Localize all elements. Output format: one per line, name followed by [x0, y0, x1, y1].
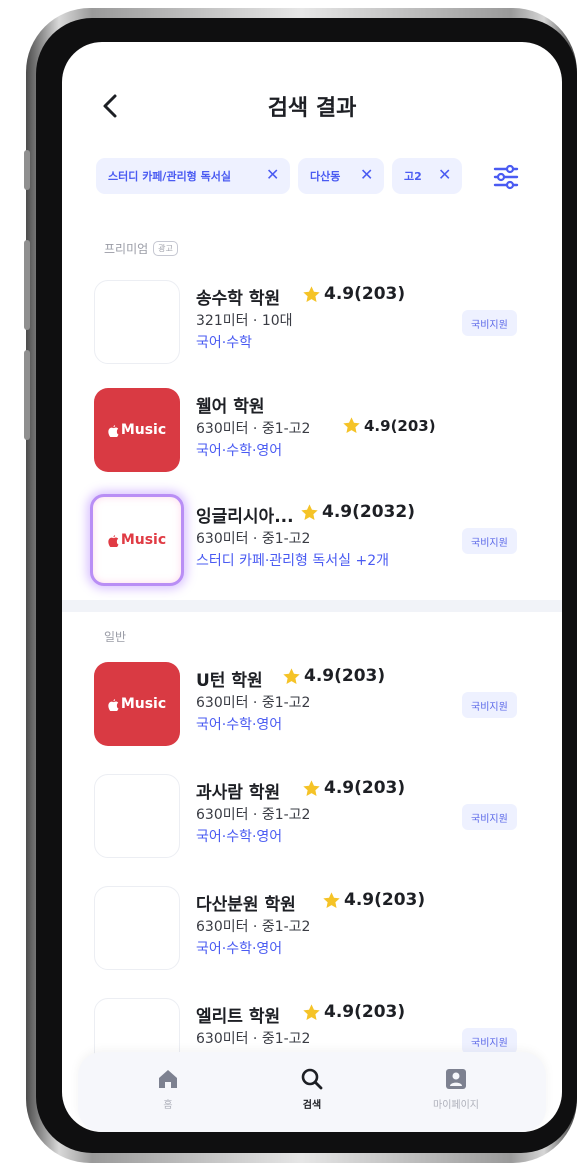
academy-name: 과사람 학원: [196, 783, 281, 803]
rating: 4.9(2032): [300, 502, 415, 522]
nav-item-home[interactable]: 홈: [118, 1066, 218, 1122]
filter-chip-category[interactable]: 스터디 카페/관리형 독서실 ✕: [96, 158, 290, 194]
government-support-badge: 국비지원: [462, 528, 517, 554]
academy-subjects: 국어·수학: [196, 335, 252, 351]
academy-name: 다산분원 학원: [196, 895, 296, 915]
search-icon: [301, 1068, 323, 1090]
rating-value: 4.9(203): [324, 778, 406, 798]
sliders-icon[interactable]: [492, 164, 520, 190]
rating-value: 4.9(203): [324, 284, 406, 304]
academy-meta: 630미터 · 중1-고2: [196, 421, 311, 437]
music-logo: Music: [108, 422, 166, 438]
filter-chip-label: 스터디 카페/관리형 독서실: [108, 170, 231, 183]
academy-list-item[interactable]: Music U턴 학원 4.9(203) 630미터 · 중1-고2 국어·수학…: [62, 656, 562, 752]
rating: 4.9(203): [322, 890, 425, 910]
close-icon[interactable]: ✕: [438, 167, 452, 183]
academy-name: U턴 학원: [196, 671, 263, 691]
government-support-badge: 국비지원: [462, 1028, 517, 1054]
academy-subjects: 스터디 카페·관리형 독서실 +2개: [196, 553, 389, 569]
filter-chip-grade[interactable]: 고2 ✕: [392, 158, 462, 194]
nav-label: 검색: [302, 1100, 322, 1111]
academy-list-item[interactable]: 과사람 학원 4.9(203) 630미터 · 중1-고2 국어·수학·영어 국…: [62, 768, 562, 864]
premium-section-label: 프리미엄 광고: [104, 240, 178, 257]
star-icon: [303, 1003, 320, 1020]
academy-name: 송수학 학원: [196, 289, 281, 309]
academy-name: 엘리트 학원: [196, 1007, 281, 1027]
music-logo: Music: [108, 696, 166, 712]
academy-thumbnail: Music: [94, 388, 180, 472]
filter-chip-location[interactable]: 다산동 ✕: [298, 158, 384, 194]
rating: 4.9(203): [342, 416, 436, 435]
rating-value: 4.9(203): [344, 890, 426, 910]
close-icon[interactable]: ✕: [266, 167, 280, 183]
government-support-badge: 국비지원: [462, 804, 517, 830]
star-icon: [323, 891, 340, 908]
rating: 4.9(203): [302, 284, 405, 304]
section-divider: [62, 600, 562, 612]
academy-thumbnail: [94, 886, 180, 970]
academy-meta: 630미터 · 중1-고2: [196, 531, 311, 547]
star-icon: [303, 285, 320, 302]
close-icon[interactable]: ✕: [360, 167, 374, 183]
academy-meta: 321미터 · 10대: [196, 313, 293, 329]
rating-value: 4.9(203): [364, 416, 436, 435]
rating: 4.9(203): [302, 778, 405, 798]
academy-subjects: 국어·수학·영어: [196, 941, 283, 957]
rating-value: 4.9(203): [324, 1002, 406, 1022]
nav-label: 홈: [163, 1100, 173, 1111]
bottom-navigation: 홈 검색 마이페이지: [78, 1052, 546, 1132]
academy-thumbnail: [94, 280, 180, 364]
filter-chip-label: 고2: [404, 170, 422, 183]
phone-volume-up-button: [24, 240, 30, 330]
academy-subjects: 국어·수학·영어: [196, 443, 283, 459]
rating: 4.9(203): [302, 1002, 405, 1022]
phone-side-button: [24, 150, 30, 190]
music-logo-text: Music: [120, 532, 167, 548]
nav-item-mypage[interactable]: 마이페이지: [406, 1066, 506, 1122]
star-icon: [301, 503, 318, 520]
academy-list-item[interactable]: 송수학 학원 4.9(203) 321미터 · 10대 국어·수학 국비지원: [62, 274, 562, 370]
academy-meta: 630미터 · 중1-고2: [196, 919, 311, 935]
rating-value: 4.9(2032): [322, 502, 415, 522]
academy-thumbnail: Music: [94, 662, 180, 746]
academy-name: 웰어 학원: [196, 397, 265, 417]
nav-item-search[interactable]: 검색: [262, 1066, 362, 1122]
academy-thumbnail: [94, 774, 180, 858]
profile-icon: [446, 1069, 466, 1089]
rating-value: 4.9(203): [304, 666, 386, 686]
section-title: 일반: [104, 630, 127, 644]
academy-list-item[interactable]: 다산분원 학원 4.9(203) 630미터 · 중1-고2 국어·수학·영어: [62, 880, 562, 976]
apple-icon: [108, 424, 119, 437]
star-icon: [343, 417, 360, 434]
academy-name: 잉글리시아...: [196, 507, 294, 527]
music-logo-text: Music: [120, 696, 167, 712]
academy-list-item[interactable]: Music 웰어 학원 630미터 · 중1-고2 4.9(203) 국어·수학…: [62, 382, 562, 478]
music-logo-text: Music: [120, 422, 167, 438]
rating: 4.9(203): [282, 666, 385, 686]
star-icon: [303, 779, 320, 796]
page-title: 검색 결과: [267, 96, 357, 121]
phone-volume-down-button: [24, 350, 30, 440]
app-screen: 검색 결과 스터디 카페/관리형 독서실 ✕ 다산동 ✕ 고2 ✕ 프리미엄 광…: [62, 42, 562, 1132]
ad-badge: 광고: [153, 241, 178, 256]
home-icon: [159, 1070, 177, 1088]
academy-list-item[interactable]: Music 잉글리시아... 4.9(2032) 630미터 · 중1-고2 스…: [62, 492, 562, 588]
music-logo: Music: [108, 532, 166, 548]
academy-subjects: 국어·수학·영어: [196, 829, 283, 845]
nav-label: 마이페이지: [433, 1100, 479, 1111]
academy-thumbnail: Music: [90, 494, 184, 586]
star-icon: [283, 667, 300, 684]
academy-subjects: 국어·수학·영어: [196, 717, 283, 733]
government-support-badge: 국비지원: [462, 310, 517, 336]
apple-icon: [108, 534, 119, 547]
government-support-badge: 국비지원: [462, 692, 517, 718]
header: 검색 결과: [62, 82, 562, 132]
general-section-label: 일반: [104, 628, 126, 645]
section-title: 프리미엄: [104, 242, 149, 256]
academy-meta: 630미터 · 중1-고2: [196, 695, 311, 711]
academy-meta: 630미터 · 중1-고2: [196, 807, 311, 823]
apple-icon: [108, 698, 119, 711]
filter-chip-label: 다산동: [310, 170, 341, 183]
academy-meta: 630미터 · 중1-고2: [196, 1031, 311, 1047]
